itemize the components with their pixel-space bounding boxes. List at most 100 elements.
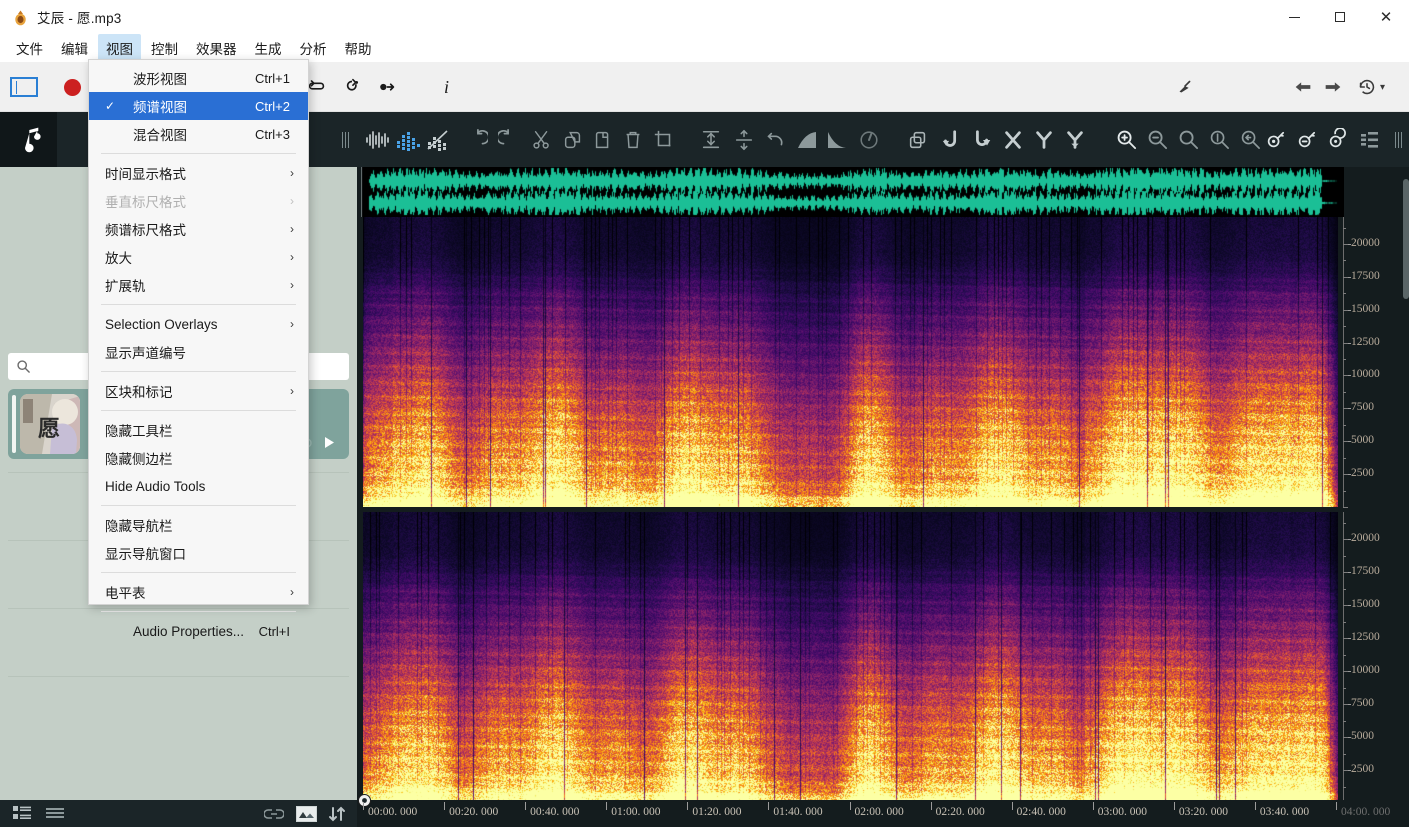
merge-y-button[interactable] — [1031, 112, 1057, 167]
waveform-view-button[interactable] — [364, 112, 392, 167]
eraser-button[interactable] — [1174, 62, 1196, 112]
curve-j-button[interactable] — [938, 112, 964, 167]
nav-forward-button[interactable] — [1322, 62, 1344, 112]
spectrogram-channel-right[interactable] — [363, 512, 1338, 803]
spectrum-view-button[interactable] — [394, 112, 422, 167]
scrollbar-thumb[interactable] — [1403, 179, 1409, 299]
zoom-fit-button[interactable] — [1175, 112, 1201, 167]
loop-button[interactable] — [306, 62, 328, 112]
list-view-button[interactable] — [10, 800, 34, 827]
menu-file[interactable]: 文件 — [8, 34, 51, 62]
split-button[interactable] — [731, 112, 757, 167]
zoom-out-button[interactable] — [1144, 112, 1170, 167]
menu-help[interactable]: 帮助 — [337, 34, 380, 62]
levels-button[interactable] — [1358, 112, 1382, 167]
frequency-tick — [1343, 425, 1346, 426]
cut-button[interactable] — [529, 112, 555, 167]
nav-back-button[interactable] — [1292, 62, 1314, 112]
image-button[interactable] — [294, 800, 318, 827]
menu-item-7[interactable]: 扩展轨› — [89, 271, 308, 299]
amplify-button[interactable] — [856, 112, 882, 167]
grip-handle-right[interactable] — [1390, 112, 1406, 167]
history-button[interactable]: ▾ — [1356, 62, 1385, 112]
menu-item-9[interactable]: 显示声道编号 — [89, 338, 308, 366]
reverse-button[interactable] — [762, 112, 788, 167]
frequency-tick — [1343, 556, 1346, 557]
zoom-selection-button[interactable] — [1206, 112, 1232, 167]
minimize-button[interactable] — [1271, 0, 1317, 34]
redo-button[interactable] — [496, 112, 522, 167]
frequency-tick — [1343, 605, 1348, 606]
grip-handle[interactable] — [337, 112, 353, 167]
frequency-tick — [1343, 343, 1348, 344]
spectrum-off-button[interactable] — [424, 112, 452, 167]
zoom-in-button[interactable] — [1113, 112, 1139, 167]
spectrogram-view[interactable]: 2500500075001000012500150001750020000 25… — [357, 167, 1409, 800]
menu-item-6[interactable]: 放大› — [89, 243, 308, 271]
paste-button[interactable] — [590, 112, 616, 167]
menu-item-3[interactable]: 时间显示格式› — [89, 159, 308, 187]
fade-in-button[interactable] — [793, 112, 821, 167]
zoom-back-button[interactable] — [1237, 112, 1263, 167]
time-tick — [363, 802, 364, 810]
menu-analyze[interactable]: 分析 — [292, 34, 335, 62]
selection-mode-button[interactable] — [10, 62, 38, 112]
marker-add-button[interactable] — [1263, 112, 1289, 167]
eraser-icon — [1174, 76, 1196, 98]
curve-j-icon — [940, 129, 962, 151]
menu-item-0[interactable]: 波形视图Ctrl+1 — [89, 64, 308, 92]
duplicate-button[interactable] — [905, 112, 931, 167]
marker-list-button[interactable] — [1325, 112, 1351, 167]
vertical-scrollbar[interactable] — [1403, 167, 1409, 800]
time-tick — [444, 802, 445, 810]
close-button[interactable]: ✕ — [1363, 0, 1409, 34]
menu-item-15[interactable]: 显示导航窗口 — [89, 539, 308, 567]
maximize-button[interactable] — [1317, 0, 1363, 34]
crossfade-x-button[interactable] — [1000, 112, 1026, 167]
menu-item-12[interactable]: 隐藏侧边栏 — [89, 444, 308, 472]
menu-item-11[interactable]: 隐藏工具栏 — [89, 416, 308, 444]
sort-button[interactable] — [325, 800, 349, 827]
menu-item-1[interactable]: ✓频谱视图Ctrl+2 — [89, 92, 308, 120]
menu-item-14[interactable]: 隐藏导航栏 — [89, 511, 308, 539]
spectrogram-channel-left[interactable] — [363, 217, 1338, 507]
menu-item-13[interactable]: Hide Audio Tools — [89, 472, 308, 500]
crop-button[interactable] — [651, 112, 677, 167]
menu-item-8[interactable]: Selection Overlays› — [89, 310, 308, 338]
waveform-overview[interactable] — [361, 167, 1344, 217]
menu-generate[interactable]: 生成 — [247, 34, 290, 62]
frequency-tick — [1343, 523, 1346, 524]
undo-button[interactable] — [464, 112, 490, 167]
menu-item-2[interactable]: 混合视图Ctrl+3 — [89, 120, 308, 148]
delete-button[interactable] — [620, 112, 646, 167]
loop-selection-button[interactable] — [341, 62, 363, 112]
fade-out-button[interactable] — [823, 112, 851, 167]
menu-item-10[interactable]: 区块和标记› — [89, 377, 308, 405]
frequency-tick — [1343, 441, 1348, 442]
view-menu-dropdown[interactable]: 波形视图Ctrl+1✓频谱视图Ctrl+2混合视图Ctrl+3 时间显示格式› 垂直… — [88, 59, 309, 605]
loop-icon — [306, 76, 328, 98]
menu-item-17[interactable]: Audio Properties...Ctrl+I — [89, 617, 308, 645]
menu-edit[interactable]: 编辑 — [53, 34, 96, 62]
menu-control[interactable]: 控制 — [143, 34, 186, 62]
frequency-tick — [1343, 326, 1346, 327]
marker-remove-button[interactable] — [1294, 112, 1320, 167]
menu-item-5[interactable]: 频谱标尺格式› — [89, 215, 308, 243]
info-button[interactable]: i — [444, 62, 449, 112]
loop-selection-icon — [341, 76, 363, 98]
record-button[interactable] — [64, 62, 81, 112]
menu-item-16[interactable]: 电平表› — [89, 578, 308, 606]
compact-view-button[interactable] — [43, 800, 67, 827]
skip-to-button[interactable] — [376, 62, 398, 112]
menu-effects[interactable]: 效果器 — [188, 34, 245, 62]
curve-l-button[interactable] — [969, 112, 995, 167]
window-title: 艾辰 - 愿.mp3 — [37, 7, 122, 27]
menu-item-label: 垂直标尺格式 — [105, 191, 186, 211]
split-y-button[interactable] — [1062, 112, 1088, 167]
link-button[interactable] — [262, 800, 286, 827]
menu-view[interactable]: 视图 — [98, 34, 141, 62]
time-tick-label: 03:00. 000 — [1098, 806, 1147, 818]
normalize-button[interactable] — [698, 112, 724, 167]
time-ruler[interactable]: 00:00. 00000:20. 00000:40. 00001:00. 000… — [357, 800, 1409, 827]
copy-button[interactable] — [560, 112, 586, 167]
